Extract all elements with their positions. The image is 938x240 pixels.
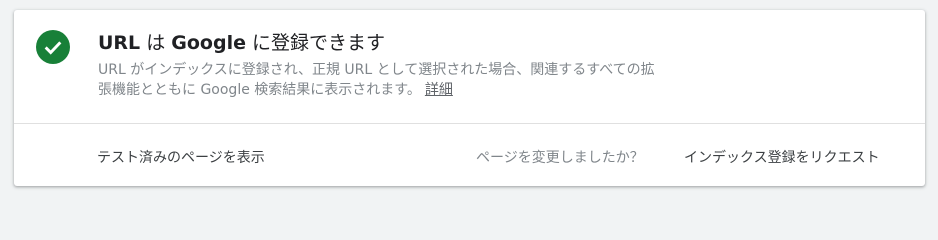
title-rest: に登録できます [252,32,386,54]
title-google: Google [171,32,246,54]
view-tested-page-button[interactable]: テスト済みのページを表示 [97,147,265,167]
title-url: URL [98,32,141,54]
status-title: URL は Google に登録できます [98,28,385,55]
details-link[interactable]: 詳細 [425,82,453,98]
description-text: URL がインデックスに登録され、正規 URL として選択された場合、関連するす… [98,62,655,98]
checkmark-icon [44,41,62,55]
divider [14,123,925,124]
check-circle-icon [36,30,70,64]
page-changed-question: ページを変更しましたか？ [476,150,644,166]
title-is: は [146,32,166,54]
url-inspection-card: URL は Google に登録できます URL がインデックスに登録され、正規… [14,10,925,186]
status-description: URL がインデックスに登録され、正規 URL として選択された場合、関連するす… [98,60,668,100]
request-indexing-button[interactable]: インデックス登録をリクエスト [684,147,880,167]
